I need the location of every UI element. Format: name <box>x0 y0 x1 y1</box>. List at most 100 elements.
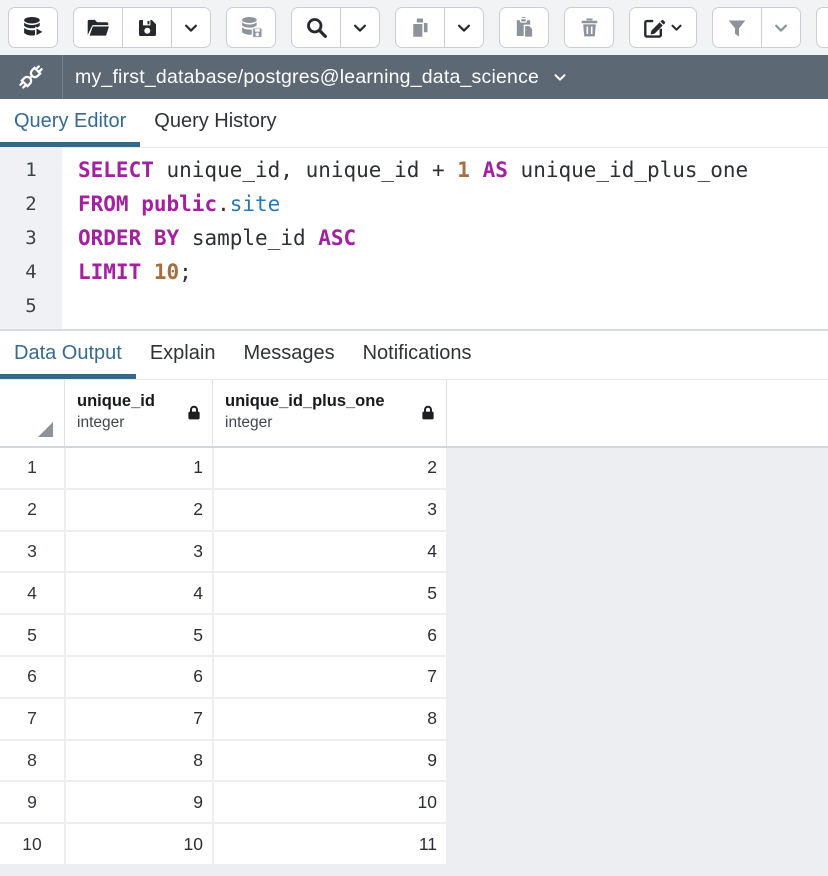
sql-code-area[interactable]: SELECT unique_id, unique_id + 1 AS uniqu… <box>62 148 828 329</box>
data-cell[interactable]: 7 <box>214 657 446 697</box>
column-name: unique_id <box>77 390 182 412</box>
data-cell[interactable]: 2 <box>214 448 446 488</box>
data-cell[interactable]: 10 <box>214 782 446 822</box>
folder-open-icon <box>85 15 111 41</box>
sql-token <box>129 192 142 216</box>
tab-notifications[interactable]: Notifications <box>349 342 486 379</box>
sql-token: AS <box>483 158 508 182</box>
sql-editor[interactable]: 12345 SELECT unique_id, unique_id + 1 AS… <box>0 148 828 331</box>
sql-token <box>470 158 483 182</box>
toolbar-group <box>499 7 549 48</box>
row-number-cell[interactable]: 3 <box>0 532 64 572</box>
sql-token <box>141 226 154 250</box>
chevron-small-icon <box>669 20 684 35</box>
column-type: integer <box>77 412 182 433</box>
table-row: 9910 <box>0 782 828 822</box>
data-cell[interactable]: 3 <box>214 490 446 530</box>
row-number-cell[interactable]: 5 <box>0 615 64 655</box>
column-header-unique_id_plus_one[interactable]: unique_id_plus_oneinteger <box>213 380 447 446</box>
data-cell[interactable]: 8 <box>214 699 446 739</box>
lock-icon <box>419 404 437 427</box>
header-filler <box>447 380 828 446</box>
chevron-down-icon <box>181 18 201 38</box>
tab-messages[interactable]: Messages <box>229 342 348 379</box>
edit-menu-button[interactable] <box>630 8 696 47</box>
grid-rows: 1122233344455566677788899910101011 <box>0 448 828 876</box>
data-cell[interactable]: 8 <box>66 741 212 781</box>
pgadmin-query-tool-window: my_first_database/postgres@learning_data… <box>0 0 828 876</box>
chevron-down-icon <box>454 18 474 38</box>
search-icon <box>304 15 329 40</box>
line-number: 5 <box>0 289 62 323</box>
row-number-cell[interactable]: 4 <box>0 573 64 613</box>
data-cell[interactable]: 1 <box>66 448 212 488</box>
table-row: 667 <box>0 657 828 697</box>
edit-icon <box>642 16 666 40</box>
sql-token: BY <box>154 226 179 250</box>
row-number-cell[interactable]: 2 <box>0 490 64 530</box>
funnel-icon <box>725 16 749 40</box>
lock-icon <box>185 404 203 427</box>
editor-tab-bar: Query EditorQuery History <box>0 99 828 148</box>
select-all-triangle-icon <box>38 422 53 437</box>
tab-query-editor[interactable]: Query Editor <box>0 110 140 147</box>
tab-explain[interactable]: Explain <box>136 342 230 379</box>
row-number-cell[interactable]: 7 <box>0 699 64 739</box>
select-all-corner-cell[interactable] <box>0 380 65 446</box>
table-row: 334 <box>0 532 828 572</box>
sql-token: FROM <box>78 192 129 216</box>
data-cell[interactable]: 5 <box>214 573 446 613</box>
data-cell[interactable]: 9 <box>214 741 446 781</box>
toolbar-group <box>395 7 484 48</box>
row-number-cell[interactable]: 10 <box>0 824 64 864</box>
save-options-chevron[interactable] <box>171 8 210 47</box>
column-name: unique_id_plus_one <box>225 390 416 412</box>
paste-button <box>500 8 548 47</box>
sql-token: sample_id <box>179 226 318 250</box>
save-icon <box>135 16 159 40</box>
data-cell[interactable]: 11 <box>214 824 446 864</box>
data-cell[interactable]: 2 <box>66 490 212 530</box>
save-file-button[interactable] <box>122 8 171 47</box>
sql-token: unique_id, unique_id + <box>154 158 457 182</box>
trash-icon <box>578 16 601 39</box>
sql-token: 10 <box>154 260 179 284</box>
data-cell[interactable]: 3 <box>66 532 212 572</box>
sql-token: LIMIT <box>78 260 141 284</box>
grid-header-row: unique_idintegerunique_id_plus_oneintege… <box>0 380 828 448</box>
data-cell[interactable]: 6 <box>214 615 446 655</box>
data-cell[interactable]: 7 <box>66 699 212 739</box>
copy-button <box>396 8 444 47</box>
row-number-cell[interactable]: 8 <box>0 741 64 781</box>
row-number-cell[interactable]: 9 <box>0 782 64 822</box>
clipped-button[interactable] <box>817 8 828 47</box>
copy-icon <box>408 16 432 40</box>
line-number-gutter: 12345 <box>0 148 62 329</box>
data-cell[interactable]: 9 <box>66 782 212 822</box>
line-number: 1 <box>0 153 62 187</box>
sql-token: SELECT <box>78 158 154 182</box>
connection-selector[interactable]: my_first_database/postgres@learning_data… <box>63 55 569 99</box>
data-cell[interactable]: 4 <box>214 532 446 572</box>
tab-data-output[interactable]: Data Output <box>0 342 136 379</box>
sql-line: FROM public.site <box>78 187 828 221</box>
column-header-unique_id[interactable]: unique_idinteger <box>65 380 213 446</box>
sql-line: ORDER BY sample_id ASC <box>78 221 828 255</box>
find-options-chevron[interactable] <box>340 8 379 47</box>
sql-token: public <box>141 192 217 216</box>
data-cell[interactable]: 6 <box>66 657 212 697</box>
row-number-cell[interactable]: 1 <box>0 448 64 488</box>
open-file-button[interactable] <box>74 8 122 47</box>
output-tab-bar: Data OutputExplainMessagesNotifications <box>0 331 828 380</box>
data-cell[interactable]: 10 <box>66 824 212 864</box>
tab-query-history[interactable]: Query History <box>140 110 290 147</box>
copy-options-chevron[interactable] <box>444 8 483 47</box>
data-cell[interactable]: 4 <box>66 573 212 613</box>
find-button[interactable] <box>292 8 340 47</box>
table-row: 889 <box>0 741 828 781</box>
data-cell[interactable]: 5 <box>66 615 212 655</box>
row-number-cell[interactable]: 6 <box>0 657 64 697</box>
query-tool-button[interactable] <box>9 8 57 47</box>
line-number: 2 <box>0 187 62 221</box>
sql-line: SELECT unique_id, unique_id + 1 AS uniqu… <box>78 153 828 187</box>
